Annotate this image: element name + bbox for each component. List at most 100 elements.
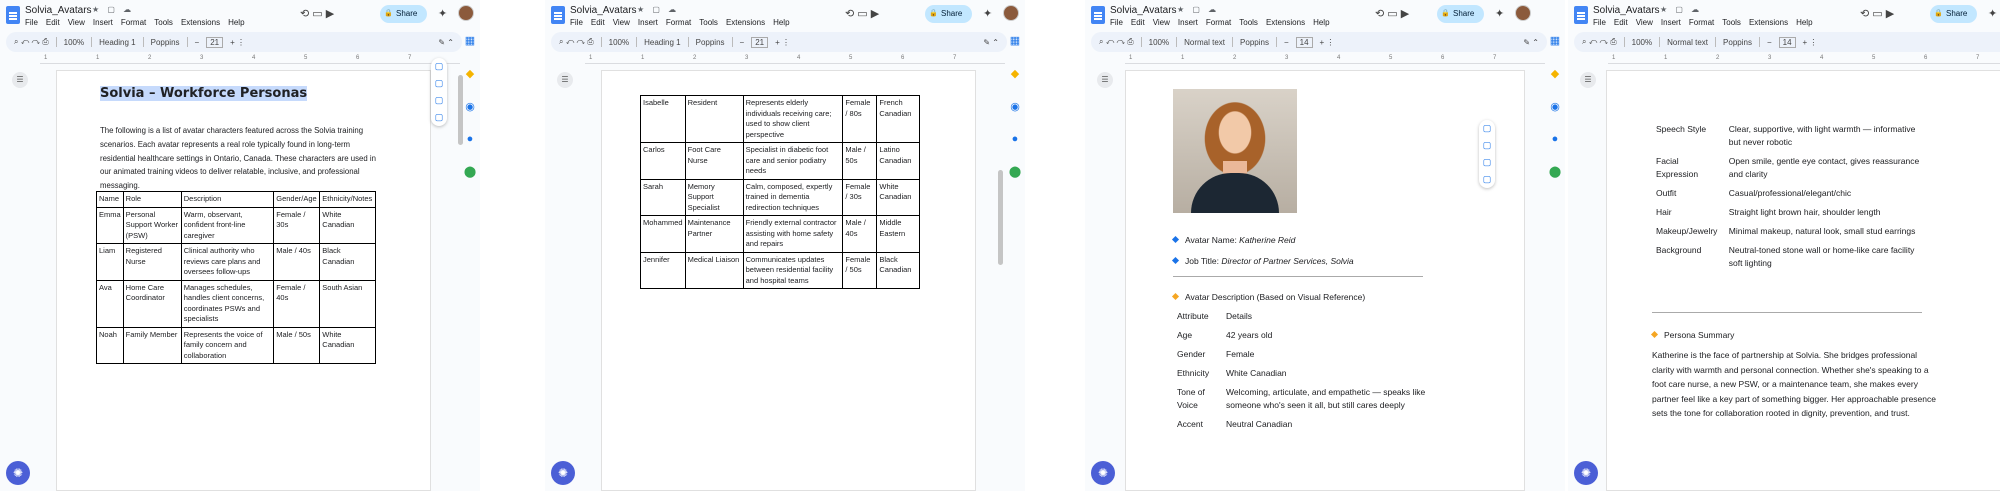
table-cell[interactable]: Ava — [96, 279, 124, 328]
search-menus-icon[interactable]: ⌕ ↶ ↷ ⎙ — [1582, 37, 1617, 47]
font-size-increase[interactable]: + ⋮ — [1320, 38, 1335, 47]
table-cell[interactable]: Tone of Voice — [1173, 383, 1222, 415]
account-avatar[interactable] — [458, 5, 474, 21]
gemini-icon[interactable]: ✺ — [6, 461, 30, 485]
contacts-icon[interactable]: ● — [467, 133, 474, 145]
table-cell[interactable]: Sarah — [640, 178, 686, 216]
table-cell[interactable]: Accent — [1173, 415, 1222, 434]
font-select[interactable]: Poppins — [1240, 38, 1269, 47]
ruler[interactable]: 1 1 2 3 4 5 6 7 — [40, 55, 460, 64]
table-cell[interactable]: Background — [1652, 241, 1725, 273]
table-cell[interactable]: Home Care Coordinator — [122, 279, 182, 328]
contacts-icon[interactable]: ● — [1552, 133, 1559, 145]
font-size-input[interactable]: 14 — [1295, 36, 1313, 48]
tasks-icon[interactable]: ◉ — [1010, 100, 1020, 113]
table-cell[interactable]: Resident — [684, 95, 744, 143]
font-size-input[interactable]: 21 — [206, 36, 224, 48]
table-cell[interactable]: Specialist in diabetic foot care and sen… — [742, 142, 844, 180]
table-cell[interactable]: Male / 40s — [842, 215, 878, 253]
table-cell[interactable]: White Canadian — [319, 206, 376, 244]
calendar-icon[interactable]: ▦ — [465, 34, 475, 47]
ruler[interactable]: 1 1 2 3 4 5 6 7 — [1125, 55, 1545, 64]
table-cell[interactable]: Family Member — [122, 326, 182, 364]
search-menus-icon[interactable]: ⌕ ↶ ↷ ⎙ — [559, 37, 594, 47]
docs-logo-icon[interactable] — [551, 6, 565, 24]
font-size-decrease[interactable]: − — [740, 38, 745, 47]
table-cell[interactable]: Casual/professional/elegant/chic — [1725, 184, 1932, 203]
font-size-input[interactable]: 21 — [751, 36, 769, 48]
docs-logo-icon[interactable] — [1574, 6, 1588, 24]
table-cell[interactable]: Female / 50s — [842, 251, 878, 289]
paragraph-style-select[interactable]: Normal text — [1667, 38, 1708, 47]
paragraph-style-select[interactable]: Heading 1 — [99, 38, 135, 47]
table-cell[interactable]: White Canadian — [319, 326, 376, 364]
document-heading[interactable]: Solvia – Workforce Personas — [100, 86, 308, 101]
history-icon[interactable]: ⟲ ▭ ▶ — [845, 7, 879, 20]
editing-mode-icon[interactable]: ✎ ⌃ — [983, 38, 999, 47]
avatar-photo[interactable] — [1173, 89, 1297, 213]
keep-icon[interactable]: ◆ — [1011, 67, 1019, 80]
table-cell[interactable]: Female / 30s — [842, 178, 878, 216]
menu-insert[interactable]: Insert — [93, 18, 113, 27]
table-cell[interactable]: Outfit — [1652, 184, 1725, 203]
ruler[interactable]: 1 1 2 3 4 5 6 7 — [1608, 55, 2000, 64]
font-select[interactable]: Poppins — [696, 38, 725, 47]
account-avatar[interactable] — [1003, 5, 1019, 21]
menu-format[interactable]: Format — [1206, 18, 1231, 27]
table-cell[interactable]: Age — [1173, 326, 1222, 345]
keep-icon[interactable]: ◆ — [1551, 67, 1559, 80]
ruler[interactable]: 1 1 2 3 4 5 6 7 — [585, 55, 1005, 64]
history-icon[interactable]: ⟲ ▭ ▶ — [300, 7, 334, 20]
table-cell[interactable]: Male / 50s — [842, 142, 878, 180]
document-title[interactable]: Solvia_Avatars — [1110, 5, 1177, 16]
maps-icon[interactable]: ⬤ — [1009, 165, 1021, 178]
menu-help[interactable]: Help — [1313, 18, 1329, 27]
table-cell[interactable]: Warm, observant, confident front-line ca… — [180, 206, 275, 244]
table-cell[interactable]: Liam — [96, 243, 124, 281]
font-size-decrease[interactable]: − — [1284, 38, 1289, 47]
table-cell[interactable]: Memory Support Specialist — [684, 178, 744, 216]
table-cell[interactable]: Speech Style — [1652, 120, 1725, 152]
table-cell[interactable]: Attribute — [1173, 307, 1222, 326]
zoom-select[interactable]: 100% — [64, 38, 84, 47]
menu-file[interactable]: File — [25, 18, 38, 27]
calendar-icon[interactable]: ▦ — [1550, 34, 1560, 47]
image-icon[interactable]: ▢ — [435, 112, 444, 123]
scrollbar[interactable] — [458, 75, 463, 145]
job-title-line[interactable]: Job Title: Director of Partner Services,… — [1173, 256, 1354, 266]
emoji-icon[interactable]: ▢ — [435, 95, 444, 106]
font-size-increase[interactable]: + ⋮ — [775, 38, 790, 47]
gemini-icon[interactable]: ✺ — [1091, 461, 1115, 485]
table-cell[interactable]: Emma — [96, 206, 124, 244]
table-cell[interactable]: Female — [1222, 345, 1433, 364]
table-cell[interactable]: Friendly external contractor assisting w… — [742, 215, 844, 253]
table-cell[interactable]: Foot Care Nurse — [684, 142, 744, 180]
account-avatar[interactable] — [1515, 5, 1531, 21]
star-icon[interactable]: ★ ▢ ☁ — [637, 5, 679, 14]
table-cell[interactable]: Details — [1222, 307, 1433, 326]
menu-edit[interactable]: Edit — [1614, 18, 1628, 27]
table-cell[interactable]: Communicates updates between residential… — [742, 251, 844, 289]
table-cell[interactable]: Open smile, gentle eye contact, gives re… — [1725, 152, 1932, 184]
table-cell[interactable]: Clear, supportive, with light warmth — i… — [1725, 120, 1932, 152]
table-cell[interactable]: Isabelle — [640, 95, 686, 143]
table-cell[interactable]: Straight light brown hair, shoulder leng… — [1725, 203, 1932, 222]
table-cell[interactable]: Represents the voice of family concern a… — [180, 326, 275, 364]
document-title[interactable]: Solvia_Avatars — [25, 5, 92, 16]
menu-help[interactable]: Help — [1796, 18, 1812, 27]
table-cell[interactable]: Minimal makeup, natural look, small stud… — [1725, 222, 1932, 241]
share-button[interactable]: Share — [1437, 5, 1485, 23]
menu-insert[interactable]: Insert — [638, 18, 658, 27]
table-cell[interactable]: Welcoming, articulate, and empathetic — … — [1222, 383, 1433, 415]
share-button[interactable]: Share — [1930, 5, 1978, 23]
table-cell[interactable]: Neutral-toned stone wall or home-like ca… — [1725, 241, 1932, 273]
font-size-decrease[interactable]: − — [1767, 38, 1772, 47]
table-cell[interactable]: Personal Support Worker (PSW) — [122, 206, 182, 244]
menu-format[interactable]: Format — [121, 18, 146, 27]
table-cell[interactable]: Facial Expression — [1652, 152, 1725, 184]
image-icon[interactable]: ▢ — [1483, 174, 1492, 185]
outline-icon[interactable]: ☰ — [1097, 72, 1113, 88]
docs-logo-icon[interactable] — [6, 6, 20, 24]
font-size-decrease[interactable]: − — [195, 38, 200, 47]
table-cell[interactable]: 42 years old — [1222, 326, 1433, 345]
